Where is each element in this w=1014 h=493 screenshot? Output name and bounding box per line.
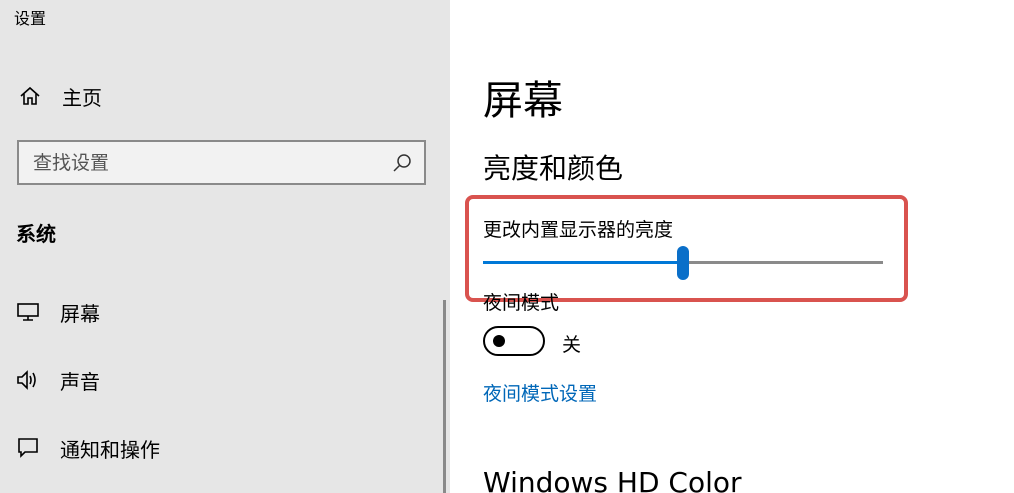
notification-icon: [14, 434, 42, 462]
home-nav-item[interactable]: 主页: [16, 80, 436, 112]
search-box[interactable]: [17, 140, 426, 185]
home-label: 主页: [62, 85, 102, 110]
night-mode-settings-link[interactable]: 夜间模式设置: [483, 379, 597, 406]
speaker-icon: [14, 366, 42, 394]
slider-thumb[interactable]: [677, 246, 689, 280]
sidebar-item-sound[interactable]: 声音: [14, 360, 434, 400]
search-icon[interactable]: [390, 151, 414, 175]
hd-color-section-heading: Windows HD Color: [483, 466, 742, 493]
sidebar-item-notifications[interactable]: 通知和操作: [14, 428, 434, 468]
settings-window: 设置 主页 系统: [0, 0, 1014, 493]
brightness-slider[interactable]: [483, 246, 883, 280]
home-icon: [16, 82, 44, 110]
toggle-knob: [493, 335, 505, 347]
sidebar: 设置 主页 系统: [0, 0, 450, 493]
sidebar-item-display[interactable]: 屏幕: [14, 292, 434, 332]
app-title: 设置: [14, 9, 47, 28]
monitor-icon: [14, 298, 42, 326]
night-mode-label: 夜间模式: [483, 292, 560, 314]
search-input[interactable]: [33, 151, 390, 174]
section-title-system: 系统: [16, 222, 56, 246]
slider-fill: [483, 261, 683, 264]
main-content: 屏幕 亮度和颜色 更改内置显示器的亮度 夜间模式 关 夜间模式设置 Window…: [450, 0, 1014, 493]
sidebar-item-label: 通知和操作: [60, 437, 160, 462]
sidebar-item-label: 声音: [60, 369, 100, 394]
brightness-section-heading: 亮度和颜色: [483, 152, 624, 185]
night-mode-state: 关: [562, 334, 582, 356]
night-mode-toggle[interactable]: [483, 326, 545, 356]
sidebar-scrollbar[interactable]: [443, 300, 446, 493]
page-title: 屏幕: [483, 78, 563, 124]
brightness-label: 更改内置显示器的亮度: [483, 219, 674, 241]
sidebar-item-label: 屏幕: [60, 301, 100, 326]
